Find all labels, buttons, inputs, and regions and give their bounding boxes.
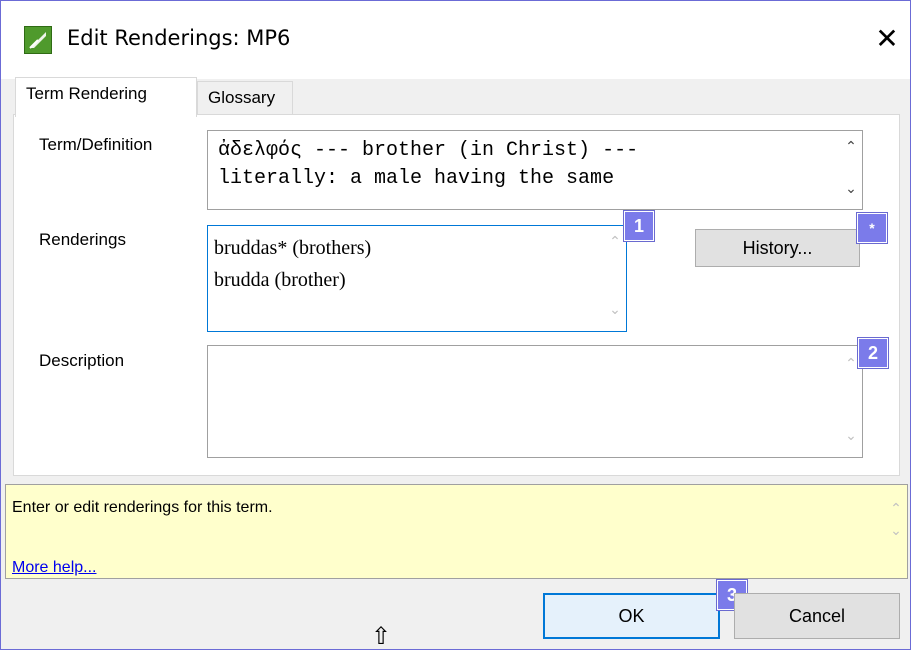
help-panel: Enter or edit renderings for this term. … xyxy=(5,484,908,579)
window-title: Edit Renderings: MP6 xyxy=(67,26,291,50)
renderings-scrollbar[interactable]: ⌃ ⌄ xyxy=(604,226,626,331)
scroll-down-icon[interactable]: ⌄ xyxy=(608,302,622,318)
scroll-up-icon[interactable]: ⌃ xyxy=(889,501,903,517)
edit-renderings-dialog: Edit Renderings: MP6 ✕ Glossary Term Ren… xyxy=(0,0,911,650)
tab-term-rendering[interactable]: Term Rendering xyxy=(15,77,197,117)
help-text: Enter or edit renderings for this term. xyxy=(12,499,273,516)
term-scrollbar[interactable]: ⌃ ⌄ xyxy=(840,131,862,209)
term-line-1: ἀδελφός --- brother (in Christ) --- xyxy=(218,139,639,162)
term-line-2: literally: a male having the same xyxy=(218,167,615,190)
scroll-down-icon[interactable]: ⌄ xyxy=(889,523,903,539)
scroll-up-icon[interactable]: ⌃ xyxy=(844,356,858,372)
close-icon[interactable]: ✕ xyxy=(867,19,907,59)
history-badge: * xyxy=(857,213,887,243)
renderings-badge: 1 xyxy=(624,211,654,241)
description-label: Description xyxy=(39,351,125,370)
app-icon xyxy=(24,26,52,54)
renderings-list: bruddas* (brothers) brudda (brother) xyxy=(214,232,371,296)
rendering-item: bruddas* (brothers) xyxy=(214,237,372,259)
history-button[interactable]: History... xyxy=(695,229,860,267)
renderings-field[interactable]: bruddas* (brothers) brudda (brother) ⌃ ⌄ xyxy=(207,225,627,332)
tab-glossary[interactable]: Glossary xyxy=(197,81,293,114)
description-badge: 2 xyxy=(858,338,888,368)
more-help-link[interactable]: More help... xyxy=(12,559,96,577)
rendering-item: brudda (brother) xyxy=(214,269,346,291)
cancel-button[interactable]: Cancel xyxy=(734,593,900,639)
mouse-cursor-icon: ⇧ xyxy=(371,622,392,650)
term-definition-label: Term/Definition xyxy=(39,135,153,154)
ok-button[interactable]: OK xyxy=(543,593,720,639)
title-bar: Edit Renderings: MP6 ✕ xyxy=(1,1,910,79)
scroll-down-icon[interactable]: ⌄ xyxy=(844,428,858,444)
term-definition-field[interactable]: ἀδελφός --- brother (in Christ) --- liter… xyxy=(207,130,863,210)
scroll-down-icon[interactable]: ⌄ xyxy=(844,181,858,197)
scroll-up-icon[interactable]: ⌃ xyxy=(844,139,858,155)
renderings-label: Renderings xyxy=(39,230,126,249)
scroll-up-icon[interactable]: ⌃ xyxy=(608,234,622,250)
term-definition-text: ἀδελφός --- brother (in Christ) --- liter… xyxy=(218,137,638,193)
help-scrollbar[interactable]: ⌃ ⌄ xyxy=(885,493,907,570)
description-field[interactable]: ⌃ ⌄ xyxy=(207,345,863,458)
